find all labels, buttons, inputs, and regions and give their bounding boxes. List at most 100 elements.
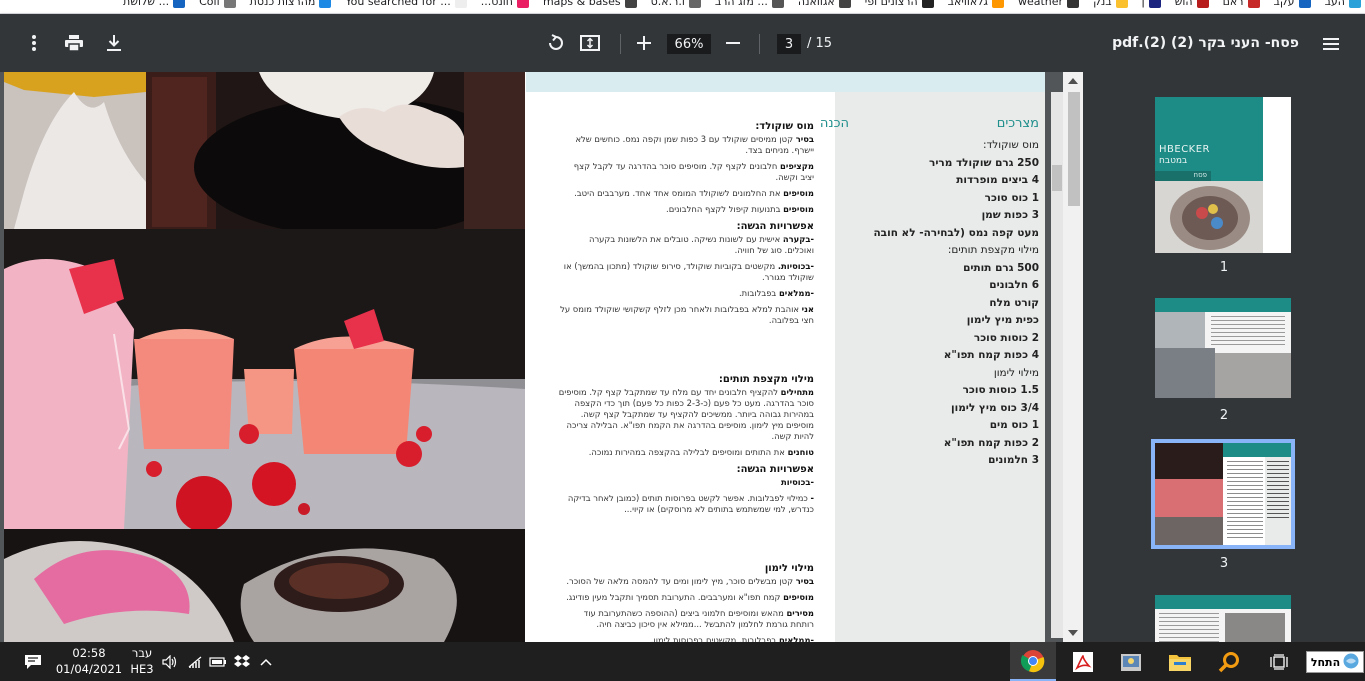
chrome-icon[interactable] [1010,642,1056,681]
bookmark-item[interactable]: ראם [1223,0,1260,8]
fit-page-icon[interactable] [578,31,602,55]
bookmark-item[interactable]: בנק [1093,0,1128,8]
preparation-step: טוחנים את התותים ומוסיפים לבלילה בהקצפה … [558,447,814,458]
volume-icon[interactable] [160,642,180,681]
document-title: פסח- העני בקר (2) (2).pdf [1112,35,1299,51]
clock-time: 02:58 [72,646,106,660]
bookmarks-row: העב עקב ראם הוש ן בנק weather גלאוויאב הרצונים ו… [123,0,1361,8]
ingredient-line: 3 כפות שמן [981,209,1039,221]
bookmark-item[interactable]: עקב [1274,0,1311,8]
language-name: עבר [131,646,153,660]
preparation-step: בסיר קטן ממיסים שוקולד עם 3 כפות שמן וקפ… [558,134,814,156]
task-view-icon[interactable] [1258,642,1300,681]
taskbar-clock[interactable]: 02:58 01/04/2021 [54,645,124,677]
ingredient-line: 1 כוס סוכר [984,191,1039,204]
bookmark-label: מזג הרב ... [714,0,768,8]
bookmark-favicon-icon [516,0,529,8]
step-text: בתנועות קיפול לקצף החלבונים. [666,204,784,214]
scroll-up-icon[interactable] [1068,78,1078,84]
bookmark-favicon-icon [319,0,332,8]
thumbnail-page-3[interactable] [1151,439,1295,549]
zoom-out-icon[interactable] [721,31,745,55]
preparation-step: מתחילים להקציף חלבונים יחד עם מלח עד שמת… [558,387,814,442]
search-icon[interactable] [1206,642,1252,681]
zoom-level-input[interactable]: 66% [667,34,711,54]
step-lead-word: מקציפים [780,161,814,171]
bookmark-item[interactable]: הרצונים ופי [865,0,934,8]
chevron-up-icon[interactable] [255,642,277,681]
thumbnail-page-2[interactable] [1155,298,1291,398]
step-lead-word: מסירים [786,608,814,618]
ingredients-list: מוס שוקולד: 250 גרם שוקולד מריר 4 ביצים מו… [843,137,1039,470]
bookmark-item[interactable]: ...חונט [481,0,529,8]
bookmark-item[interactable]: שלושת ... [123,0,186,8]
menu-icon[interactable] [1323,38,1339,50]
preparation-step: בסיר קטן מבשלים סוכר, מיץ לימון ומים עד … [558,576,814,587]
step-lead-word: מוסיפים [783,204,814,214]
step-text: להקציף חלבונים יחד עם מלח עד שמתקבל קצף … [558,387,814,441]
thumbnail-page-1[interactable]: HBECKER במטבח פסח [1155,97,1291,253]
bookmark-favicon-icon [921,0,934,8]
bookmark-item[interactable]: You searched for ... [345,0,467,8]
start-label: התחל [1310,655,1341,669]
ingredient-line: 3/4 כוס מיץ לימון [951,401,1039,414]
bookmark-label: Coll [199,0,220,8]
bookmark-item[interactable]: הוש [1175,0,1209,8]
ingredient-line: מעט קפה נמס (לבחירה- לא חובה [873,226,1039,239]
bookmark-item[interactable]: העב [1325,0,1361,8]
bookmark-favicon-icon [1148,0,1161,8]
ingredients-heading: מצרכים [996,116,1039,131]
bookmark-favicon-icon [688,0,701,8]
page-scroll-thumb[interactable] [1052,165,1062,191]
page-total: / 15 [807,36,833,51]
step-text: אוהבת למלא בפבלובות ולאחר מכן לזלף קשקוש… [560,304,814,325]
scroll-thumb[interactable] [1068,92,1080,206]
document-scrollbar[interactable] [1063,72,1083,642]
zoom-in-icon[interactable] [632,31,656,55]
preparation-column: הכנה מוס שוקולד: בסיר קטן ממיסים שוקולד ע… [534,92,849,642]
bookmark-item[interactable]: גלאוויאב [948,0,1004,8]
notifications-icon[interactable] [20,642,46,681]
bookmark-item[interactable]: אגוואנה [798,0,851,8]
ingredient-line: קורט מלח [989,296,1039,309]
dropbox-icon[interactable] [231,642,253,681]
bookmark-favicon-icon [1115,0,1128,8]
file-explorer-icon[interactable] [1157,642,1203,681]
thumb-brand-sub: במטבח [1159,156,1188,166]
ingredient-line: 2 כפות קמח תפו"א [943,436,1039,449]
bookmark-favicon-icon [1298,0,1311,8]
bookmark-item[interactable]: ו.ר.א.ס [651,0,701,8]
bookmark-item[interactable]: maps & bases [543,0,637,8]
rotate-icon[interactable] [544,31,568,55]
wifi-icon[interactable] [184,642,206,681]
step-lead-word: -ממלאים [778,635,814,642]
print-icon[interactable] [62,31,86,55]
thumb-brand: HBECKER [1159,144,1211,155]
acrobat-icon[interactable] [1060,642,1106,681]
photo-strawberry-cups [4,229,525,529]
battery-icon[interactable] [207,642,229,681]
preparation-subheading: מילוי מקצפת תותים: [718,374,814,385]
bookmark-item[interactable]: Coll [199,0,236,8]
page-number-input[interactable]: 3 [777,34,801,54]
photo-app-icon[interactable] [1108,642,1154,681]
bookmark-item[interactable]: ן [1142,0,1161,8]
language-indicator[interactable]: עבר HE3 [129,645,155,677]
preparation-subheading: מוס שוקולד: [755,121,814,132]
pdf-page: מצרכים מוס שוקולד: 250 גרם שוקולד מריר 4 ב… [4,72,1045,642]
more-icon[interactable] [22,31,46,55]
step-text: בפבלובות. מקשטים בפרוסות לימון. [650,635,779,642]
bookmark-label: העב [1324,0,1345,8]
ingredient-line: 6 חלבונים [989,279,1039,291]
step-text: את החלמונים לשוקולד המומס אחד אחד. מערבב… [574,188,784,198]
start-button[interactable]: התחל [1306,651,1364,673]
bookmark-item[interactable]: מהרצות כנסת [250,0,332,8]
scroll-down-icon[interactable] [1068,630,1078,636]
download-icon[interactable] [102,31,126,55]
preparation-subheading: אפשרויות הגשה: [736,464,814,475]
bookmark-item[interactable]: מזג הרב ... [715,0,784,8]
bookmark-item[interactable]: weather [1018,0,1080,8]
thumbnail-page-4[interactable] [1155,595,1291,642]
document-viewer[interactable]: מצרכים מוס שוקולד: 250 גרם שוקולד מריר 4 ב… [0,72,1083,642]
